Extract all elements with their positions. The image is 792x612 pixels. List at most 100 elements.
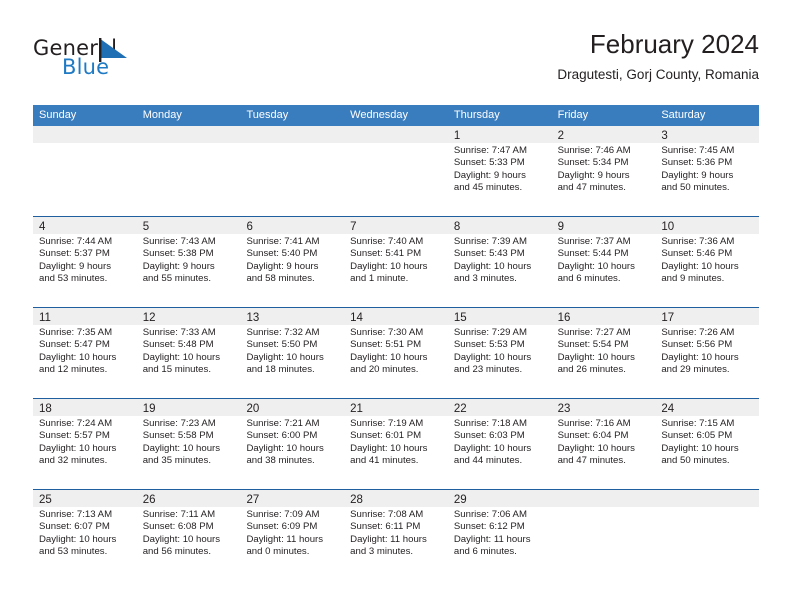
sunrise-text: Sunrise: 7:45 AM (661, 145, 735, 156)
day-cell[interactable]: 28 Sunrise: 7:08 AM Sunset: 6:11 PM Dayligh… (344, 490, 448, 580)
sunset-text: Sunset: 5:54 PM (557, 339, 629, 351)
day-number-band: 13 (240, 308, 345, 325)
day-details: Sunrise: 7:11 AM Sunset: 6:08 PM Daylight:… (137, 507, 241, 559)
day-cell[interactable]: 10 Sunrise: 7:36 AM Sunset: 5:46 PM Dayligh… (655, 217, 760, 307)
sunrise-text: Sunrise: 7:13 AM (39, 509, 113, 520)
sunset-text: Sunset: 6:03 PM (453, 430, 525, 442)
day-number-band: 29 (447, 490, 552, 507)
daylight-text-line1: Daylight: 10 hours (661, 442, 739, 454)
day-number-band: 9 (551, 217, 656, 234)
day-cell[interactable]: 4 Sunrise: 7:44 AM Sunset: 5:37 PM Daylight… (33, 217, 137, 307)
day-cell[interactable]: 24 Sunrise: 7:15 AM Sunset: 6:05 PM Dayligh… (655, 399, 760, 489)
daylight-text-line1: Daylight: 9 hours (246, 260, 319, 272)
daylight-text-line2: and 9 minutes. (661, 273, 725, 285)
day-cell[interactable]: 6 Sunrise: 7:41 AM Sunset: 5:40 PM Daylight… (240, 217, 345, 307)
day-cell[interactable]: 26 Sunrise: 7:11 AM Sunset: 6:08 PM Dayligh… (136, 490, 241, 580)
day-cell[interactable]: 5 Sunrise: 7:43 AM Sunset: 5:38 PM Daylight… (136, 217, 241, 307)
day-cell[interactable]: 20 Sunrise: 7:21 AM Sunset: 6:00 PM Dayligh… (240, 399, 345, 489)
day-cell[interactable]: 22 Sunrise: 7:18 AM Sunset: 6:03 PM Dayligh… (447, 399, 552, 489)
day-details: Sunrise: 7:13 AM Sunset: 6:07 PM Daylight:… (33, 507, 137, 559)
day-cell[interactable]: 18 Sunrise: 7:24 AM Sunset: 5:57 PM Dayligh… (33, 399, 137, 489)
day-details: Sunrise: 7:27 AM Sunset: 5:54 PM Daylight:… (552, 325, 656, 377)
sunrise-text: Sunrise: 7:36 AM (661, 236, 735, 247)
day-cell[interactable]: 27 Sunrise: 7:09 AM Sunset: 6:09 PM Dayligh… (240, 490, 345, 580)
day-cell[interactable]: 19 Sunrise: 7:23 AM Sunset: 5:58 PM Dayligh… (136, 399, 241, 489)
day-cell[interactable]: 17 Sunrise: 7:26 AM Sunset: 5:56 PM Dayligh… (655, 308, 760, 398)
day-number: 3 (661, 130, 668, 142)
sunrise-text: Sunrise: 7:44 AM (39, 236, 113, 247)
sunset-text: Sunset: 6:01 PM (350, 430, 422, 442)
day-number: 8 (453, 221, 461, 233)
day-number: 4 (39, 221, 46, 233)
daylight-text-line1: Daylight: 10 hours (142, 351, 221, 363)
day-cell[interactable]: 16 Sunrise: 7:27 AM Sunset: 5:54 PM Dayligh… (551, 308, 656, 398)
daylight-text-line1: Daylight: 9 hours (557, 169, 630, 181)
daylight-text-line2: and 45 minutes. (453, 182, 523, 194)
sunrise-text: Sunrise: 7:32 AM (246, 327, 320, 338)
daylight-text-line2: and 50 minutes. (661, 455, 730, 467)
sunset-text: Sunset: 5:48 PM (142, 339, 214, 351)
day-cell[interactable]: 12 Sunrise: 7:33 AM Sunset: 5:48 PM Dayligh… (136, 308, 241, 398)
day-number: 7 (350, 221, 357, 233)
day-number-band (655, 490, 760, 507)
daylight-text-line2: and 26 minutes. (557, 364, 626, 376)
day-details: Sunrise: 7:16 AM Sunset: 6:04 PM Daylight:… (552, 416, 656, 468)
day-number-band: 1 (447, 126, 552, 143)
day-cell[interactable]: 15 Sunrise: 7:29 AM Sunset: 5:53 PM Dayligh… (447, 308, 552, 398)
day-number-band: 16 (551, 308, 656, 325)
day-cell[interactable]: 9 Sunrise: 7:37 AM Sunset: 5:44 PM Daylight… (551, 217, 656, 307)
weekday-monday: Monday (142, 109, 182, 121)
weekday-wednesday: Wednesday (350, 109, 409, 121)
day-details: Sunrise: 7:41 AM Sunset: 5:40 PM Daylight:… (240, 234, 344, 286)
daylight-text-line1: Daylight: 10 hours (661, 351, 739, 363)
day-cell[interactable]: 2 Sunrise: 7:46 AM Sunset: 5:34 PM Daylight… (551, 126, 656, 216)
daylight-text-line1: Daylight: 10 hours (557, 442, 635, 454)
sunrise-text: Sunrise: 7:29 AM (453, 327, 527, 338)
page-header: General Blue February 2024 Dragutesti, G… (33, 28, 759, 98)
sunrise-text: Sunrise: 7:47 AM (453, 145, 527, 156)
day-number: 29 (453, 494, 467, 506)
day-details: Sunrise: 7:29 AM Sunset: 5:53 PM Daylight:… (448, 325, 552, 377)
sunrise-text: Sunrise: 7:43 AM (142, 236, 216, 247)
day-cell[interactable]: 21 Sunrise: 7:19 AM Sunset: 6:01 PM Dayligh… (344, 399, 448, 489)
daylight-text-line1: Daylight: 9 hours (453, 169, 526, 181)
day-number-band: 7 (344, 217, 448, 234)
day-cell-empty (136, 126, 241, 216)
day-details: Sunrise: 7:30 AM Sunset: 5:51 PM Daylight:… (344, 325, 448, 377)
sunrise-text: Sunrise: 7:24 AM (39, 418, 113, 429)
day-cell[interactable]: 3 Sunrise: 7:45 AM Sunset: 5:36 PM Daylight… (655, 126, 760, 216)
daylight-text-line2: and 6 minutes. (557, 273, 621, 285)
day-cell[interactable]: 11 Sunrise: 7:35 AM Sunset: 5:47 PM Dayligh… (33, 308, 137, 398)
day-details: Sunrise: 7:19 AM Sunset: 6:01 PM Daylight:… (344, 416, 448, 468)
general-blue-logo[interactable]: General Blue (33, 36, 163, 86)
daylight-text-line1: Daylight: 10 hours (453, 351, 532, 363)
daylight-text-line1: Daylight: 10 hours (453, 442, 532, 454)
day-cell[interactable]: 13 Sunrise: 7:32 AM Sunset: 5:50 PM Dayligh… (240, 308, 345, 398)
day-number-band: 8 (447, 217, 552, 234)
sunrise-text: Sunrise: 7:06 AM (453, 509, 527, 520)
daylight-text-line2: and 3 minutes. (453, 273, 517, 285)
day-cell[interactable]: 29 Sunrise: 7:06 AM Sunset: 6:12 PM Dayligh… (447, 490, 552, 580)
day-number-band: 3 (655, 126, 760, 143)
sunset-text: Sunset: 5:41 PM (350, 248, 422, 260)
calendar-grid: Sunday Monday Tuesday Wednesday Thursday… (33, 105, 760, 580)
day-cell[interactable]: 7 Sunrise: 7:40 AM Sunset: 5:41 PM Daylight… (344, 217, 448, 307)
daylight-text-line1: Daylight: 10 hours (350, 351, 428, 363)
day-cell[interactable]: 25 Sunrise: 7:13 AM Sunset: 6:07 PM Dayligh… (33, 490, 137, 580)
daylight-text-line1: Daylight: 10 hours (142, 442, 221, 454)
sunset-text: Sunset: 5:37 PM (39, 248, 110, 260)
day-cell[interactable]: 1 Sunrise: 7:47 AM Sunset: 5:33 PM Daylight… (447, 126, 552, 216)
day-cell[interactable]: 14 Sunrise: 7:30 AM Sunset: 5:51 PM Dayligh… (344, 308, 448, 398)
location-subtitle: Dragutesti, Gorj County, Romania (557, 67, 759, 82)
day-details: Sunrise: 7:18 AM Sunset: 6:03 PM Daylight:… (448, 416, 552, 468)
daylight-text-line2: and 41 minutes. (350, 455, 419, 467)
week-row: 18 Sunrise: 7:24 AM Sunset: 5:57 PM Dayligh… (33, 398, 760, 489)
day-cell[interactable]: 23 Sunrise: 7:16 AM Sunset: 6:04 PM Dayligh… (551, 399, 656, 489)
weekday-tuesday: Tuesday (246, 109, 289, 121)
day-details: Sunrise: 7:45 AM Sunset: 5:36 PM Daylight:… (655, 143, 759, 195)
day-number-band (240, 126, 345, 143)
day-number: 22 (453, 403, 467, 415)
sunrise-text: Sunrise: 7:18 AM (453, 418, 527, 429)
day-cell[interactable]: 8 Sunrise: 7:39 AM Sunset: 5:43 PM Daylight… (447, 217, 552, 307)
daylight-text-line1: Daylight: 10 hours (246, 442, 324, 454)
